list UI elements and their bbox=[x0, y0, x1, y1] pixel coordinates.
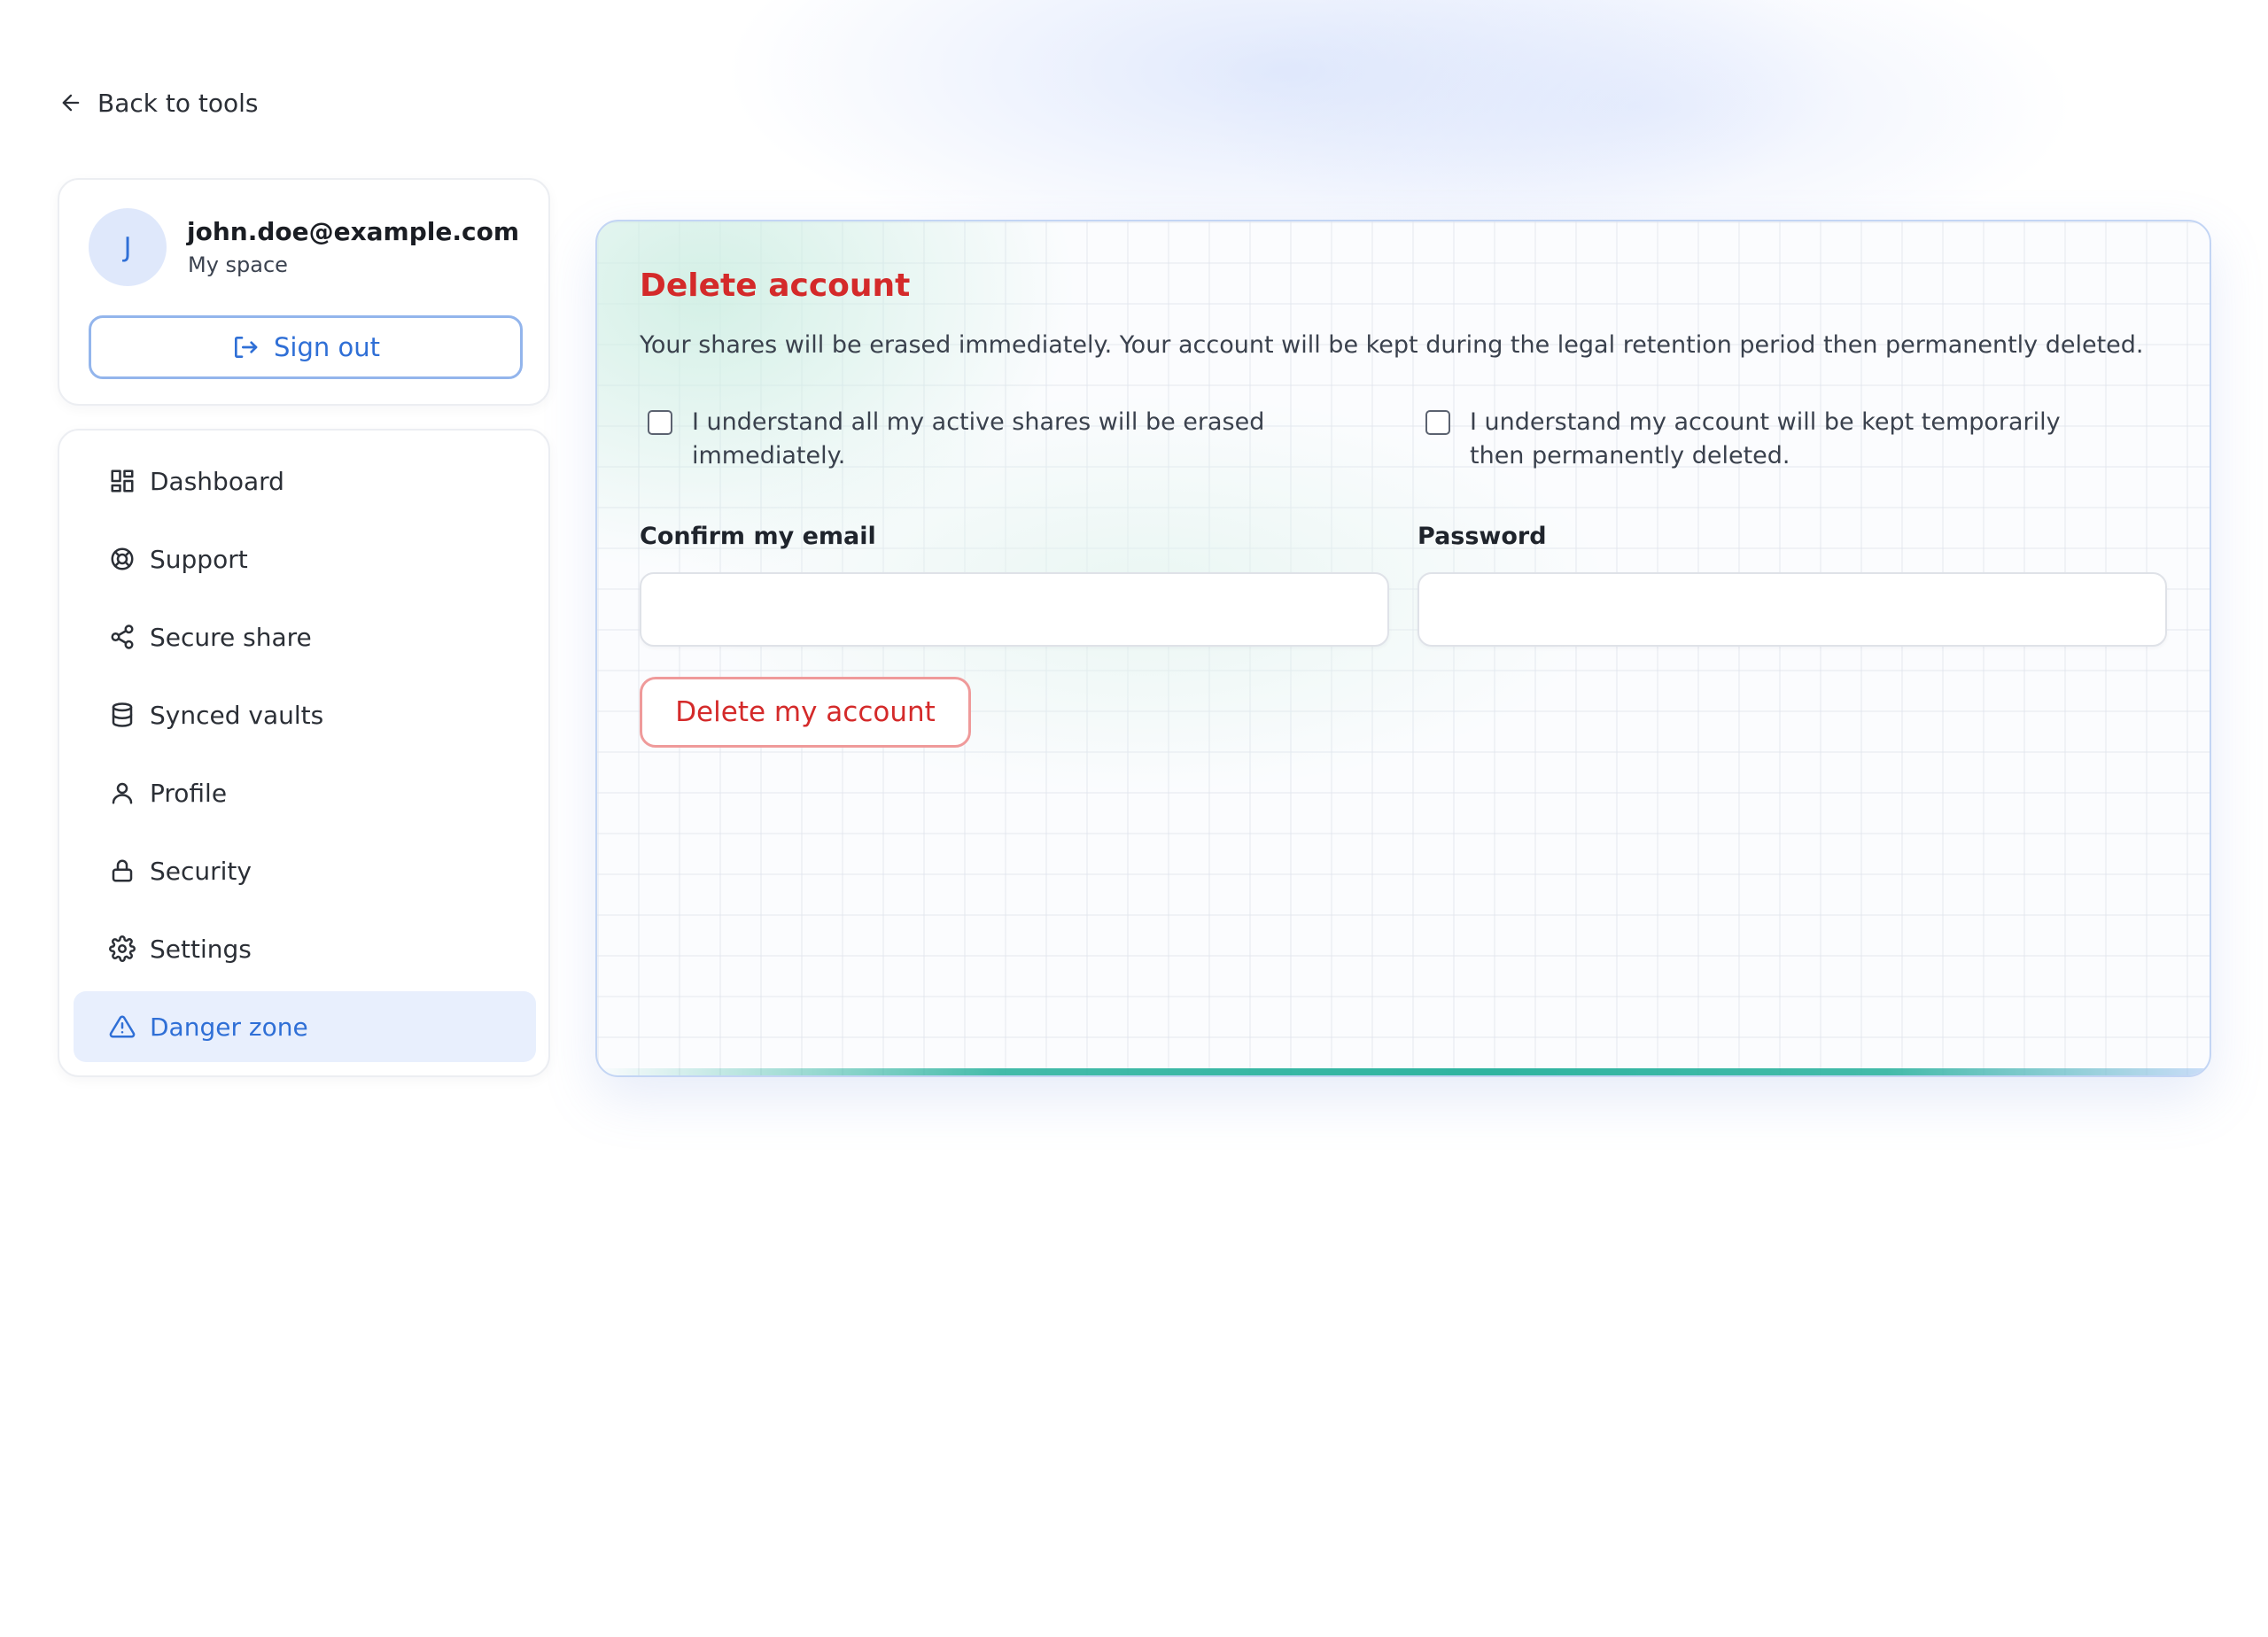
sidebar-item-label: Synced vaults bbox=[150, 700, 324, 730]
account-card: J john.doe@example.com My space Sign out bbox=[58, 178, 550, 406]
ack-retention-label: I understand my account will be kept tem… bbox=[1470, 408, 2061, 469]
back-to-tools-label: Back to tools bbox=[97, 88, 259, 118]
delete-account-panel: Delete account Your shares will be erase… bbox=[595, 220, 2211, 1077]
avatar: J bbox=[89, 208, 167, 286]
user-icon bbox=[112, 782, 133, 804]
sidebar-item-label: Security bbox=[150, 856, 252, 886]
sign-out-button[interactable]: Sign out bbox=[89, 315, 523, 379]
sidebar-item-synced-vaults[interactable]: Synced vaults bbox=[74, 679, 536, 750]
lifebuoy-icon bbox=[111, 547, 134, 570]
warning-icon bbox=[109, 1015, 136, 1038]
user-space: My space bbox=[188, 252, 288, 277]
sidebar-item-dashboard[interactable]: Dashboard bbox=[74, 446, 536, 516]
delete-account-button[interactable]: Delete my account bbox=[640, 677, 971, 748]
sidebar-item-secure-share[interactable]: Secure share bbox=[74, 601, 536, 672]
arrow-left-icon bbox=[62, 94, 80, 112]
back-to-tools-link[interactable]: Back to tools bbox=[58, 87, 259, 119]
sign-out-label: Sign out bbox=[274, 332, 380, 362]
user-email: john.doe@example.com bbox=[187, 217, 520, 246]
password-field[interactable] bbox=[1418, 572, 2167, 647]
sidebar-item-security[interactable]: Security bbox=[74, 835, 536, 906]
password-field-label: Password bbox=[1418, 523, 1547, 550]
sidebar-item-profile[interactable]: Profile bbox=[74, 757, 536, 828]
sidebar-item-label: Dashboard bbox=[150, 466, 284, 496]
ack-retention-checkbox[interactable] bbox=[1425, 410, 1450, 435]
lock-icon bbox=[112, 859, 133, 882]
ack-shares-checkbox[interactable] bbox=[648, 410, 672, 435]
panel-description: Your shares will be erased immediately. … bbox=[640, 331, 2144, 359]
sidebar-item-settings[interactable]: Settings bbox=[74, 913, 536, 984]
gear-icon bbox=[109, 935, 136, 962]
database-icon bbox=[112, 702, 133, 727]
ack-shares-label: I understand all my active shares will b… bbox=[692, 408, 1265, 469]
ack-shares-erased: I understand all my active shares will b… bbox=[640, 406, 1313, 473]
sidebar-nav: Dashboard Support Secure share Synced va… bbox=[58, 429, 550, 1077]
email-field[interactable] bbox=[640, 572, 1389, 647]
sidebar-item-danger-zone[interactable]: Danger zone bbox=[74, 991, 536, 1062]
accent-bar bbox=[597, 1068, 2210, 1075]
share-icon bbox=[111, 625, 134, 649]
ack-account-retention: I understand my account will be kept tem… bbox=[1418, 406, 2109, 473]
sidebar-item-label: Support bbox=[150, 544, 248, 574]
sidebar-item-support[interactable]: Support bbox=[74, 524, 536, 594]
page-title: Delete account bbox=[640, 268, 911, 304]
sidebar-item-label: Profile bbox=[150, 778, 228, 808]
dashboard-icon bbox=[111, 469, 134, 493]
email-field-label: Confirm my email bbox=[640, 523, 876, 550]
sidebar-item-label: Danger zone bbox=[150, 1012, 308, 1042]
sidebar-item-label: Secure share bbox=[150, 622, 312, 652]
sidebar-item-label: Settings bbox=[150, 934, 252, 964]
sign-out-icon bbox=[235, 337, 258, 358]
